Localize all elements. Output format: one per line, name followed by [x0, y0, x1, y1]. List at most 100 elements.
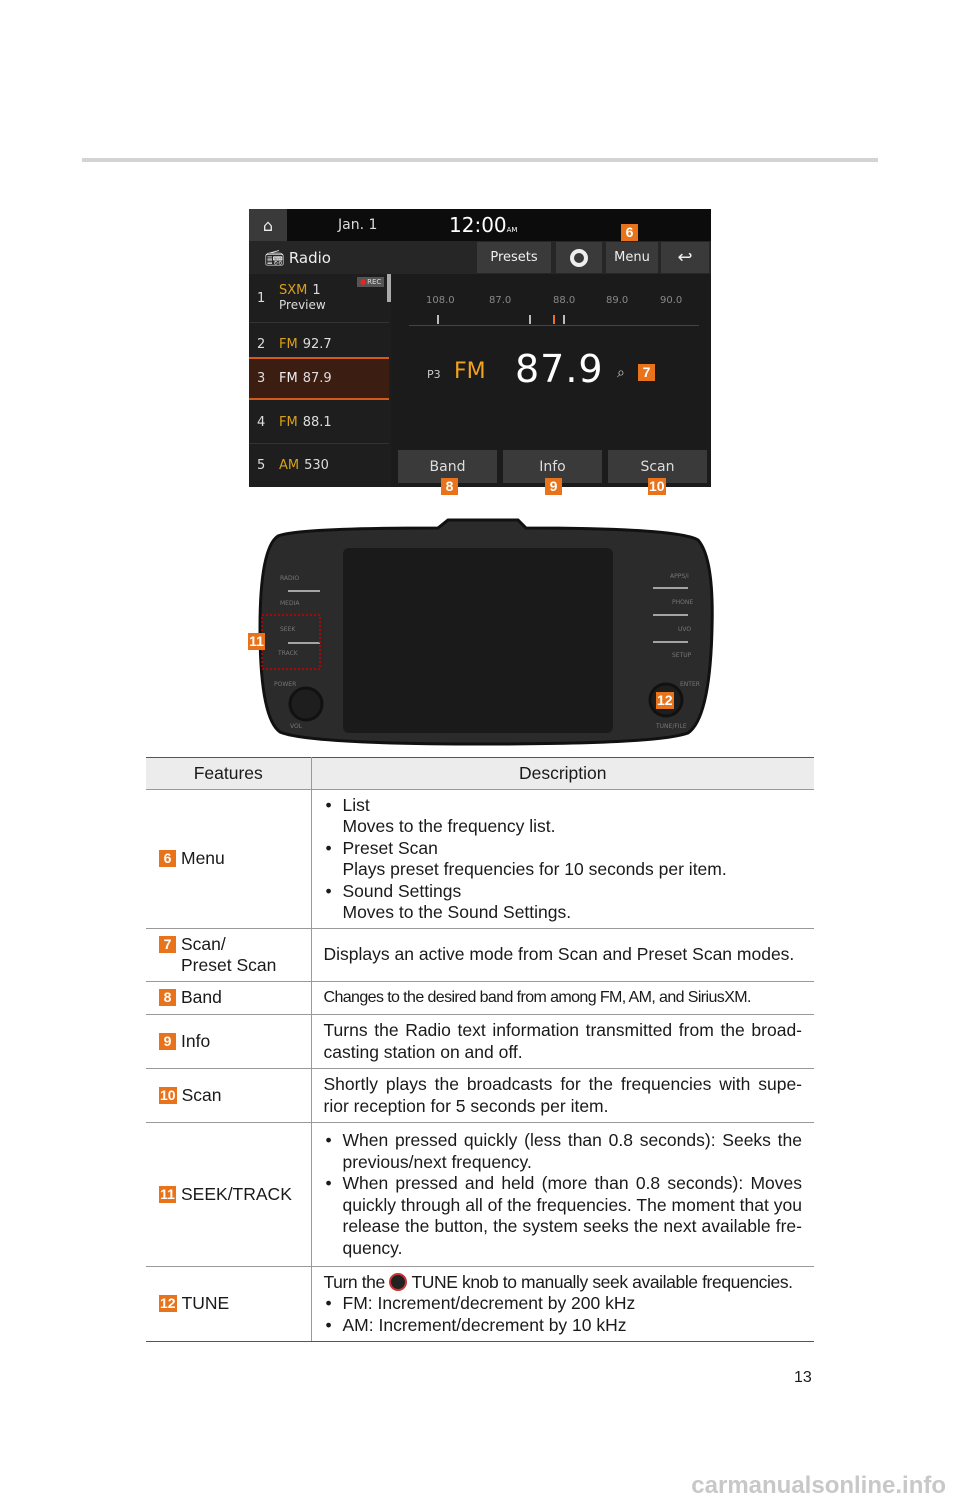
watermark: carmanualsonline.info — [691, 1472, 946, 1499]
feature-name: Band — [181, 987, 222, 1008]
description: Turns the Radio text information transmi… — [311, 1014, 814, 1069]
item-desc: Moves to the Sound Settings. — [342, 902, 572, 922]
rec-badge: REC — [357, 277, 385, 287]
item-num: 3 — [257, 371, 266, 386]
head-unit-illustration: RADIO MEDIA SEEK TRACK APPS/i PHONE UVO … — [258, 518, 714, 746]
callout-badge: 12 — [159, 1295, 177, 1313]
uvo-key-label: UVO — [678, 626, 691, 633]
list-item: FM: Increment/decrement by 200 kHz — [324, 1293, 803, 1315]
list-item[interactable]: 5 AM 530 — [249, 444, 389, 487]
menu-button[interactable]: Menu — [606, 242, 658, 273]
volume-knob[interactable] — [288, 686, 324, 722]
dial-tick — [563, 315, 565, 324]
enter-label: ENTER — [680, 681, 700, 688]
back-icon: ↩ — [677, 247, 693, 268]
date: Jan. 1 — [338, 217, 378, 233]
feature-name: Scan — [181, 1084, 222, 1105]
item-num: 1 — [257, 290, 266, 306]
dial-tick-current — [553, 315, 555, 324]
table-row: 6 Menu ListMoves to the frequency list. P… — [146, 789, 814, 929]
callout-badge: 6 — [159, 850, 176, 868]
list-item: When pressed quickly (less than 0.8 seco… — [324, 1130, 802, 1173]
preset-number: P3 — [427, 368, 441, 381]
sound-button[interactable] — [556, 242, 602, 273]
item-value: 1 — [312, 283, 321, 298]
item-value: 87.9 — [302, 371, 332, 386]
ampm: AM — [506, 226, 518, 234]
home-icon: ⌂ — [262, 215, 274, 235]
callout-badge: 8 — [159, 989, 176, 1007]
item-value: 88.1 — [302, 414, 332, 430]
dial-tick — [529, 315, 531, 324]
list-item: Sound SettingsMoves to the Sound Setting… — [324, 881, 803, 924]
table-row: 12 TUNE Turn the TUNE knob to manually se… — [146, 1266, 814, 1342]
callout-9: 9 — [545, 478, 562, 495]
callout-badge: 7 — [159, 935, 176, 953]
item-num: 5 — [257, 458, 266, 473]
description: Shortly plays the broadcasts for the fre… — [311, 1068, 814, 1123]
tune-label: TUNE/FILE — [655, 723, 687, 730]
list-item: AM: Increment/decrement by 10 kHz — [324, 1315, 803, 1337]
title-text: Radio — [288, 249, 331, 267]
setup-key-label: SETUP — [672, 652, 692, 659]
clock: 12:00AM — [449, 213, 517, 237]
item-sub: Preview — [279, 298, 326, 312]
header-description: Description — [311, 757, 814, 790]
top-rule — [82, 158, 878, 162]
scan-icon: ⌕ — [617, 365, 625, 381]
time: 12:00 — [449, 213, 507, 237]
sound-icon — [570, 248, 588, 267]
item-band: FM — [279, 336, 298, 352]
vol-label: VOL — [290, 723, 303, 730]
frequency: 87.9 — [515, 347, 604, 391]
list-item[interactable]: 4 FM 88.1 — [249, 401, 389, 444]
table-row: 9 Info Turns the Radio text information t… — [146, 1014, 814, 1069]
radio-key-label: RADIO — [280, 575, 299, 582]
back-button[interactable]: ↩ — [661, 242, 709, 273]
band-label: FM — [454, 359, 486, 384]
radio-screen: ⌂ Jan. 1 12:00AM 📻︎ Radio Presets Menu ↩… — [249, 209, 711, 487]
list-scrollbar[interactable] — [387, 274, 391, 302]
item-band: SXM — [279, 283, 308, 298]
power-label: POWER — [274, 681, 296, 688]
list-item: ListMoves to the frequency list. — [324, 795, 803, 838]
item-title: Preset Scan — [342, 837, 438, 858]
item-value: 92.7 — [302, 336, 332, 352]
feature-name: Scan/ Preset Scan — [181, 933, 277, 976]
home-button[interactable]: ⌂ — [249, 209, 287, 241]
screen-title: 📻︎ Radio — [265, 249, 331, 267]
item-num: 4 — [257, 414, 266, 430]
track-key-label: TRACK — [277, 650, 299, 657]
desc-text: knob to manually seek available frequenc… — [461, 1271, 793, 1292]
table-row: 11 SEEK/TRACK When pressed quickly (less … — [146, 1122, 814, 1267]
dial-tick — [437, 315, 439, 324]
item-num: 2 — [257, 336, 266, 352]
item-desc: Plays preset frequencies for 10 seconds … — [342, 859, 727, 879]
header-features: Features — [146, 757, 312, 790]
item-desc: Moves to the frequency list. — [342, 816, 556, 836]
apps-key-label: APPS/i — [670, 573, 689, 580]
callout-7: 7 — [638, 364, 655, 381]
list-item: Preset ScanPlays preset frequencies for … — [324, 838, 803, 881]
dial-label: 88.0 — [553, 295, 576, 306]
item-band: FM — [279, 371, 298, 386]
list-item-selected[interactable]: 3 FM 87.9 — [249, 357, 389, 400]
feature-name: Menu — [181, 848, 225, 869]
dial-line — [409, 325, 699, 326]
media-key-label: MEDIA — [280, 600, 300, 607]
dial-label: 90.0 — [660, 295, 683, 306]
item-title: Sound Settings — [342, 880, 462, 901]
table-row: 10 Scan Shortly plays the broadcasts for … — [146, 1068, 814, 1123]
callout-badge: 9 — [159, 1032, 176, 1050]
callout-6: 6 — [621, 224, 638, 241]
callout-badge: 10 — [159, 1086, 177, 1104]
item-band: FM — [279, 414, 298, 430]
dial-label: 89.0 — [606, 295, 629, 306]
seek-key-label: SEEK — [280, 626, 296, 633]
presets-button[interactable]: Presets — [477, 242, 551, 273]
knob-label: TUNE — [411, 1271, 458, 1292]
desc-text: Turn the — [323, 1271, 386, 1292]
table-row: 8 Band Changes to the desired band from a… — [146, 981, 814, 1015]
features-table: FeaturesDescription 6 Menu ListMoves to t… — [146, 757, 814, 1342]
description: Displays an active mode from Scan and Pr… — [311, 928, 814, 982]
